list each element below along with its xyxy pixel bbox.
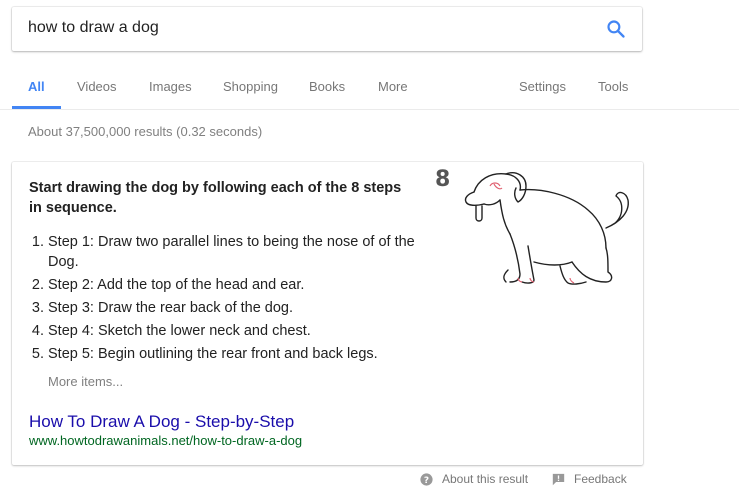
result-stats: About 37,500,000 results (0.32 seconds) — [28, 124, 263, 139]
result-url[interactable]: www.howtodrawanimals.net/how-to-draw-a-d… — [29, 433, 302, 448]
tab-shopping[interactable]: Shopping — [223, 79, 278, 94]
tab-settings[interactable]: Settings — [519, 79, 566, 94]
feedback-label: Feedback — [574, 472, 627, 486]
search-box — [12, 7, 642, 51]
steps-list: Step 1: Draw two parallel lines to being… — [29, 232, 443, 367]
step-number-label: 8 — [435, 167, 450, 192]
result-title-link[interactable]: How To Draw A Dog - Step-by-Step — [29, 412, 294, 432]
search-input[interactable] — [28, 19, 588, 37]
list-item: Step 4: Sketch the lower neck and chest. — [48, 321, 443, 341]
tab-all[interactable]: All — [28, 79, 45, 94]
about-this-result-label: About this result — [442, 472, 529, 486]
list-item: Step 1: Draw two parallel lines to being… — [48, 232, 443, 272]
tab-images[interactable]: Images — [149, 79, 192, 94]
featured-snippet-card: Start drawing the dog by following each … — [12, 162, 643, 465]
tab-more[interactable]: More — [378, 79, 408, 94]
svg-text:?: ? — [424, 475, 429, 485]
tab-videos[interactable]: Videos — [77, 79, 117, 94]
dog-drawing-image[interactable]: 8 — [430, 162, 642, 292]
search-tabs: All Videos Images Shopping Books More Se… — [0, 62, 739, 110]
help-icon: ? — [420, 472, 433, 485]
more-items-link[interactable]: More items... — [48, 374, 123, 389]
active-tab-indicator — [12, 106, 61, 109]
list-item: Step 2: Add the top of the head and ear. — [48, 275, 443, 295]
feedback-icon — [552, 473, 565, 485]
tab-tools[interactable]: Tools — [598, 79, 628, 94]
search-results-page: All Videos Images Shopping Books More Se… — [0, 0, 739, 497]
dog-outline — [464, 172, 629, 285]
snippet-heading: Start drawing the dog by following each … — [29, 180, 402, 216]
tab-books[interactable]: Books — [309, 79, 345, 94]
feedback-link[interactable]: Feedback — [552, 472, 627, 486]
list-item: Step 5: Begin outlining the rear front a… — [48, 344, 443, 364]
list-item: Step 3: Draw the rear back of the dog. — [48, 298, 443, 318]
about-this-result-link[interactable]: ? About this result — [420, 472, 528, 486]
search-icon[interactable] — [606, 19, 626, 39]
